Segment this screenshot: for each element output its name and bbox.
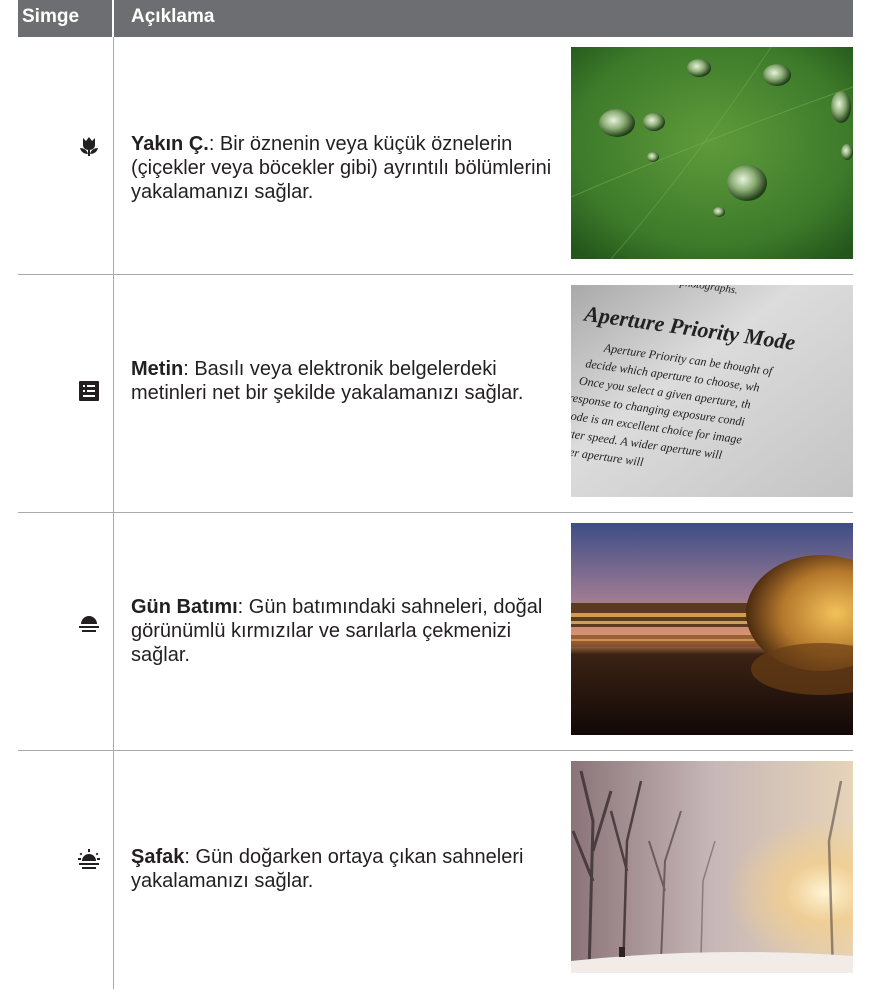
row-text: : Gün doğarken ortaya çıkan sahneleri ya… <box>131 846 524 892</box>
foggy-dawn-trees-photo <box>571 761 853 973</box>
printed-page-photo: of your photographs. Aperture Priority M… <box>571 285 853 497</box>
row-text: : Basılı veya elektronik belgelerdeki me… <box>131 358 524 404</box>
table-row-text: Metin: Basılı veya elektronik belgelerde… <box>18 275 853 513</box>
row-description: Şafak: Gün doğarken ortaya çıkan sahnele… <box>131 845 561 893</box>
table-row-dawn: Şafak: Gün doğarken ortaya çıkan sahnele… <box>18 751 853 991</box>
row-description: Gün Batımı: Gün batımındaki sahneleri, d… <box>131 595 561 667</box>
dawn-icon <box>78 849 100 871</box>
table-row-macro: Yakın Ç.: Bir öznenin veya küçük özneler… <box>18 37 853 275</box>
scene-mode-table: Simge Açıklama Yakın Ç.: Bir öznenin vey… <box>18 0 853 991</box>
sunset-icon <box>78 613 100 635</box>
row-title: Metin <box>131 358 184 380</box>
text-document-icon <box>78 380 100 402</box>
table-header: Simge Açıklama <box>18 0 853 37</box>
row-title: Gün Batımı <box>131 596 238 618</box>
header-icon-column: Simge <box>22 6 80 27</box>
macro-flower-icon <box>78 135 100 157</box>
table-row-sunset: Gün Batımı: Gün batımındaki sahneleri, d… <box>18 513 853 751</box>
sunset-building-reflection-photo <box>571 523 853 735</box>
header-description-column: Açıklama <box>131 6 215 27</box>
row-title: Yakın Ç. <box>131 133 209 155</box>
row-title: Şafak <box>131 846 185 868</box>
header-separator <box>112 0 114 37</box>
water-droplets-on-leaf-photo <box>571 47 853 259</box>
row-description: Yakın Ç.: Bir öznenin veya küçük özneler… <box>131 132 561 204</box>
row-description: Metin: Basılı veya elektronik belgelerde… <box>131 357 561 405</box>
